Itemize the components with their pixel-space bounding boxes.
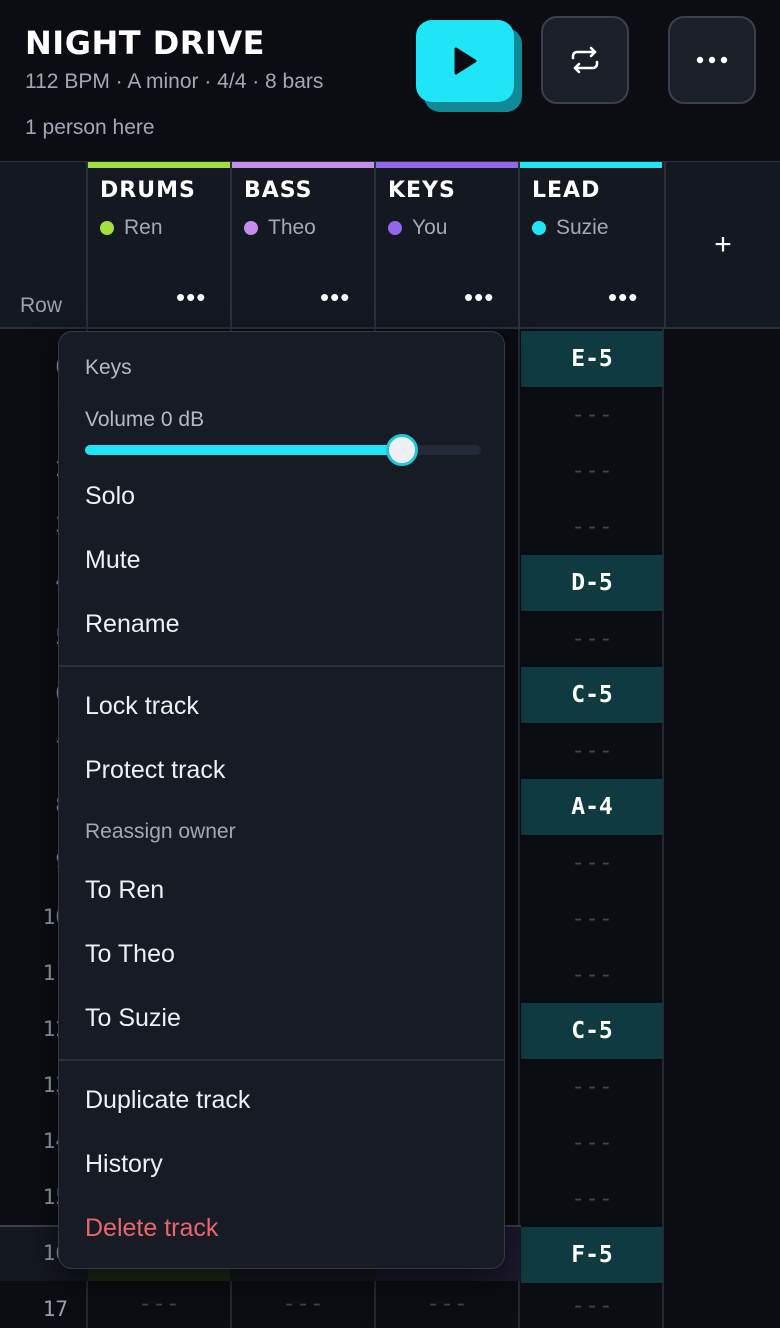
lead-cell[interactable]: A-4	[521, 779, 663, 835]
track-more-button[interactable]: •••	[176, 282, 206, 313]
song-title: NIGHT DRIVE	[25, 24, 265, 62]
lead-cell[interactable]: F-5	[521, 1227, 663, 1283]
track-name: BASS	[244, 178, 313, 203]
lead-cell[interactable]: ---	[521, 611, 663, 667]
lead-cell[interactable]: ---	[521, 891, 663, 947]
row-number: 17	[42, 1297, 68, 1321]
volume-slider[interactable]	[85, 434, 481, 466]
menu-divider	[59, 1059, 504, 1061]
menu-title: Keys	[85, 356, 132, 379]
track-color-bar	[520, 162, 662, 168]
track-name: DRUMS	[100, 178, 196, 203]
menu-item-to-ren[interactable]: To Ren	[85, 876, 164, 905]
volume-label: Volume 0 dB	[85, 408, 205, 431]
track-keys[interactable]: KEYS You •••	[374, 162, 518, 328]
menu-item-to-theo[interactable]: To Theo	[85, 940, 175, 969]
track-more-button[interactable]: •••	[464, 282, 494, 313]
owner-dot-icon	[388, 221, 402, 235]
owner-dot-icon	[244, 221, 258, 235]
menu-item-history[interactable]: History	[85, 1150, 163, 1179]
track-owner: Suzie	[532, 216, 609, 240]
menu-item-delete-track[interactable]: Delete track	[85, 1214, 218, 1243]
lead-cell[interactable]: ---	[521, 1283, 663, 1328]
track-name: LEAD	[532, 178, 601, 203]
lead-cell[interactable]: ---	[521, 723, 663, 779]
menu-divider	[59, 665, 504, 667]
track-context-menu: Keys Volume 0 dB Solo Mute Rename Lock t…	[58, 331, 505, 1269]
track-color-bar	[88, 162, 230, 168]
menu-item-duplicate-track[interactable]: Duplicate track	[85, 1086, 250, 1115]
lead-cell[interactable]: C-5	[521, 667, 663, 723]
owner-name: Ren	[124, 216, 163, 239]
track-bass[interactable]: BASS Theo •••	[230, 162, 374, 328]
track-owner: Theo	[244, 216, 316, 240]
loop-button[interactable]	[541, 16, 629, 104]
lead-cell[interactable]: E-5	[521, 331, 663, 387]
lead-cell[interactable]: ---	[521, 1059, 663, 1115]
owner-name: Suzie	[556, 216, 609, 239]
grid-divider	[518, 329, 520, 1328]
lead-cell[interactable]: ---	[521, 387, 663, 443]
app-header: NIGHT DRIVE 112 BPM · A minor · 4/4 · 8 …	[0, 0, 780, 161]
lead-cell[interactable]: ---	[521, 1171, 663, 1227]
play-button[interactable]	[416, 20, 514, 102]
track-color-bar	[376, 162, 518, 168]
lead-cell[interactable]: C-5	[521, 1003, 663, 1059]
more-horizontal-icon	[696, 56, 728, 64]
play-icon	[454, 47, 477, 75]
lead-cell[interactable]: ---	[521, 835, 663, 891]
owner-name: Theo	[268, 216, 316, 239]
track-owner: You	[388, 216, 447, 240]
menu-section-reassign: Reassign owner	[85, 820, 236, 843]
menu-item-lock-track[interactable]: Lock track	[85, 692, 199, 721]
track-header: Row DRUMS Ren ••• BASS Theo ••• KEYS You…	[0, 161, 780, 329]
menu-item-mute[interactable]: Mute	[85, 546, 141, 575]
lead-cell[interactable]: ---	[521, 443, 663, 499]
track-owner: Ren	[100, 216, 163, 240]
keys-cell[interactable]: ---	[376, 1281, 518, 1327]
track-name: KEYS	[388, 178, 456, 203]
song-meta: 112 BPM · A minor · 4/4 · 8 bars	[25, 70, 324, 93]
lead-cell[interactable]: D-5	[521, 555, 663, 611]
menu-item-solo[interactable]: Solo	[85, 482, 135, 511]
menu-item-to-suzie[interactable]: To Suzie	[85, 1004, 181, 1033]
track-color-bar	[232, 162, 374, 168]
track-drums[interactable]: DRUMS Ren •••	[86, 162, 230, 328]
more-button[interactable]	[668, 16, 756, 104]
lead-cell[interactable]: ---	[521, 1115, 663, 1171]
bass-cell[interactable]: ---	[232, 1281, 374, 1327]
lead-cell[interactable]: ---	[521, 499, 663, 555]
presence-count: 1 person here	[25, 116, 155, 139]
row-column-label: Row	[20, 294, 63, 317]
track-more-button[interactable]: •••	[320, 282, 350, 313]
volume-slider-thumb[interactable]	[385, 434, 418, 466]
owner-dot-icon	[100, 221, 114, 235]
repeat-icon	[571, 46, 599, 74]
volume-slider-fill	[85, 445, 402, 455]
track-lead[interactable]: LEAD Suzie •••	[518, 162, 662, 328]
owner-name: You	[412, 216, 448, 239]
menu-item-rename[interactable]: Rename	[85, 610, 180, 639]
drums-cell[interactable]: ---	[88, 1281, 230, 1327]
menu-item-protect-track[interactable]: Protect track	[85, 756, 225, 785]
add-track-button[interactable]: +	[664, 162, 780, 328]
owner-dot-icon	[532, 221, 546, 235]
lead-cell[interactable]: ---	[521, 947, 663, 1003]
track-more-button[interactable]: •••	[608, 282, 638, 313]
